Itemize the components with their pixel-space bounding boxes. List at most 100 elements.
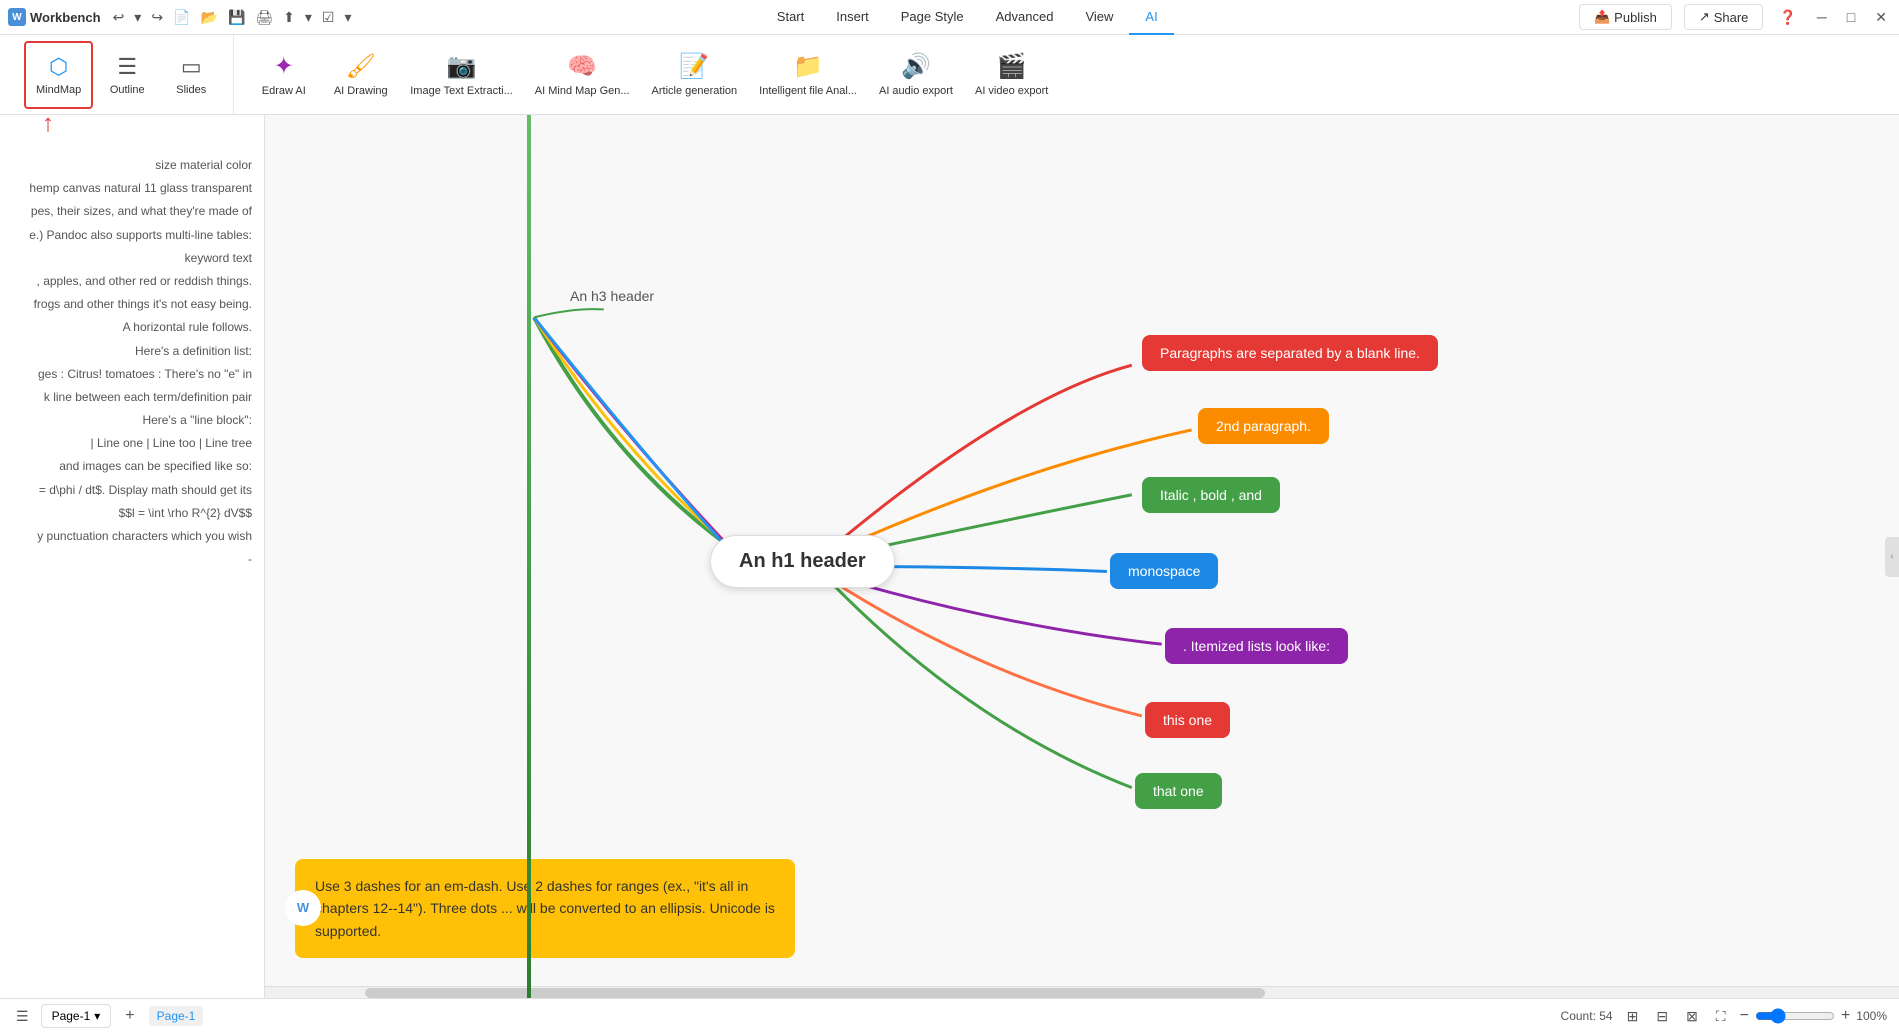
right-panel-collapse-button[interactable]: ‹ bbox=[1885, 537, 1899, 577]
fullscreen-button[interactable]: ⛶ bbox=[1712, 1006, 1730, 1027]
slides-icon: ▭ bbox=[181, 54, 202, 80]
slides-tool-button[interactable]: ▭ Slides bbox=[161, 41, 221, 109]
outline-line: y punctuation characters which you wish bbox=[4, 526, 260, 547]
maximize-button[interactable]: □ bbox=[1843, 7, 1859, 27]
export-button[interactable]: ⬆ bbox=[279, 7, 299, 28]
ai-mindmap-button[interactable]: 🧠 AI Mind Map Gen... bbox=[525, 41, 640, 109]
fit-page-button[interactable]: ⊞ bbox=[1623, 1006, 1643, 1027]
nav-advanced[interactable]: Advanced bbox=[980, 0, 1070, 35]
ai-audio-button[interactable]: 🔊 AI audio export bbox=[869, 41, 963, 109]
zoom-in-button[interactable]: + bbox=[1841, 1007, 1850, 1025]
more-button[interactable]: ▾ bbox=[301, 7, 316, 28]
mindmap-icon: ⬡ bbox=[49, 54, 68, 80]
zoom-level: 100% bbox=[1856, 1009, 1887, 1023]
toolbar: ⬡ MindMap ☰ Outline ▭ Slides ✦ Edraw AI … bbox=[0, 35, 1899, 115]
title-bar: W Workbench ↩ ▾ ↪ 📄 📂 💾 🖨 ⬆ ▾ ☑ ▾ Start … bbox=[0, 0, 1899, 35]
outline-line: hemp canvas natural 11 glass transparent bbox=[4, 178, 260, 199]
title-bar-left: W Workbench ↩ ▾ ↪ 📄 📂 💾 🖨 ⬆ ▾ ☑ ▾ bbox=[8, 7, 356, 28]
nav-insert[interactable]: Insert bbox=[820, 0, 885, 35]
center-node[interactable]: An h1 header bbox=[710, 535, 895, 588]
share-icon: ↗ bbox=[1699, 9, 1710, 25]
edraw-ai-icon: ✦ bbox=[274, 52, 294, 81]
zoom-slider[interactable] bbox=[1755, 1008, 1835, 1024]
ai-audio-icon: 🔊 bbox=[901, 52, 931, 81]
image-text-button[interactable]: 📷 Image Text Extracti... bbox=[400, 41, 523, 109]
h3-header-label: An h3 header bbox=[570, 288, 654, 304]
zoom-control: − + 100% bbox=[1740, 1007, 1887, 1025]
branch-node-6[interactable]: this one bbox=[1145, 702, 1230, 738]
nav-start[interactable]: Start bbox=[761, 0, 820, 35]
title-bar-right: 📤 Publish ↗ Share ❓ ─ □ ✕ bbox=[1579, 4, 1891, 30]
outline-line: e.) Pandoc also supports multi-line tabl… bbox=[4, 225, 260, 246]
outline-line: Here's a definition list: bbox=[4, 341, 260, 362]
status-bar-left: ☰ Page-1 ▾ + Page-1 bbox=[12, 1004, 203, 1028]
add-page-button[interactable]: + bbox=[119, 1005, 140, 1027]
page-tab-dropdown[interactable]: Page-1 ▾ bbox=[41, 1004, 112, 1028]
outline-line: - bbox=[4, 549, 260, 570]
undo-button[interactable]: ↩ bbox=[109, 7, 129, 28]
undo-dropdown[interactable]: ▾ bbox=[130, 7, 145, 28]
branch-node-1[interactable]: Paragraphs are separated by a blank line… bbox=[1142, 335, 1438, 371]
ai-video-button[interactable]: 🎬 AI video export bbox=[965, 41, 1058, 109]
ai-video-icon: 🎬 bbox=[997, 52, 1027, 81]
new-file-button[interactable]: 📄 bbox=[169, 7, 194, 28]
nav-view[interactable]: View bbox=[1069, 0, 1129, 35]
open-button[interactable]: 📂 bbox=[197, 7, 222, 28]
left-panel: ↑ size material color hemp canvas natura… bbox=[0, 115, 265, 998]
page-indicator: Page-1 bbox=[149, 1006, 204, 1026]
status-bar: ☰ Page-1 ▾ + Page-1 Count: 54 ⊞ ⊟ ⊠ ⛶ − … bbox=[0, 998, 1899, 1033]
close-button[interactable]: ✕ bbox=[1871, 7, 1891, 28]
article-gen-button[interactable]: 📝 Article generation bbox=[642, 41, 748, 109]
scrollbar-thumb[interactable] bbox=[365, 988, 1265, 998]
horizontal-scrollbar[interactable] bbox=[265, 986, 1899, 998]
check-dropdown[interactable]: ▾ bbox=[340, 7, 355, 28]
share-button[interactable]: ↗ Share bbox=[1684, 4, 1764, 30]
publish-icon: 📤 bbox=[1594, 9, 1610, 25]
intelligent-file-icon: 📁 bbox=[793, 52, 823, 81]
vertical-divider-line bbox=[527, 115, 531, 998]
print-button[interactable]: 🖨 bbox=[251, 7, 277, 28]
app-title: W Workbench bbox=[8, 8, 101, 26]
ai-drawing-icon: 🖌 bbox=[346, 52, 376, 81]
intelligent-file-button[interactable]: 📁 Intelligent file Anal... bbox=[749, 41, 867, 109]
outline-line: $$l = \int \rho R^{2} dV$$ bbox=[4, 503, 260, 524]
view-tools-group: ⬡ MindMap ☰ Outline ▭ Slides bbox=[12, 35, 234, 114]
save-button[interactable]: 💾 bbox=[224, 7, 249, 28]
outline-line: keyword text bbox=[4, 248, 260, 269]
branch-node-4[interactable]: monospace bbox=[1110, 553, 1218, 589]
outline-icon: ☰ bbox=[117, 54, 137, 80]
zoom-out-button[interactable]: − bbox=[1740, 1007, 1749, 1025]
check-button[interactable]: ☑ bbox=[318, 7, 339, 28]
outline-tool-button[interactable]: ☰ Outline bbox=[97, 41, 157, 109]
help-button[interactable]: ❓ bbox=[1775, 7, 1800, 28]
info-box: W Use 3 dashes for an em-dash. Use 2 das… bbox=[295, 859, 795, 958]
workbench-logo-icon: W bbox=[297, 898, 309, 919]
branch-node-2[interactable]: 2nd paragraph. bbox=[1198, 408, 1329, 444]
fit-all-button[interactable]: ⊠ bbox=[1682, 1006, 1702, 1027]
outline-line: ges : Citrus! tomatoes : There's no "e" … bbox=[4, 364, 260, 385]
undo-redo-group: ↩ ▾ ↪ 📄 📂 💾 🖨 ⬆ ▾ ☑ ▾ bbox=[109, 7, 356, 28]
ai-tools-group: ✦ Edraw AI 🖌 AI Drawing 📷 Image Text Ext… bbox=[234, 35, 1070, 114]
count-badge: Count: 54 bbox=[1561, 1009, 1613, 1023]
canvas-area[interactable]: An h3 header An h1 header Paragraphs are… bbox=[265, 115, 1899, 998]
outline-line: A horizontal rule follows. bbox=[4, 317, 260, 338]
redo-button[interactable]: ↪ bbox=[147, 7, 167, 28]
status-bar-right: Count: 54 ⊞ ⊟ ⊠ ⛶ − + 100% bbox=[1561, 1006, 1887, 1027]
nav-page-style[interactable]: Page Style bbox=[885, 0, 980, 35]
nav-ai[interactable]: AI bbox=[1129, 0, 1173, 35]
branch-node-3[interactable]: Italic , bold , and bbox=[1142, 477, 1280, 513]
outline-line: pes, their sizes, and what they're made … bbox=[4, 201, 260, 222]
minimize-button[interactable]: ─ bbox=[1813, 7, 1831, 27]
publish-button[interactable]: 📤 Publish bbox=[1579, 4, 1672, 30]
outline-line: = d\phi / dt$. Display math should get i… bbox=[4, 480, 260, 501]
info-box-icon: W bbox=[285, 890, 321, 926]
status-bar-toggle[interactable]: ☰ bbox=[12, 1006, 33, 1027]
ai-drawing-button[interactable]: 🖌 AI Drawing bbox=[323, 41, 398, 109]
branch-node-7[interactable]: that one bbox=[1135, 773, 1222, 809]
page-width-button[interactable]: ⊟ bbox=[1652, 1006, 1672, 1027]
mindmap-tool-button[interactable]: ⬡ MindMap bbox=[24, 41, 93, 109]
edraw-ai-button[interactable]: ✦ Edraw AI bbox=[246, 41, 321, 109]
branch-node-5[interactable]: . Itemized lists look like: bbox=[1165, 628, 1348, 664]
outline-line: size material color bbox=[4, 155, 260, 176]
outline-line: k line between each term/definition pair bbox=[4, 387, 260, 408]
